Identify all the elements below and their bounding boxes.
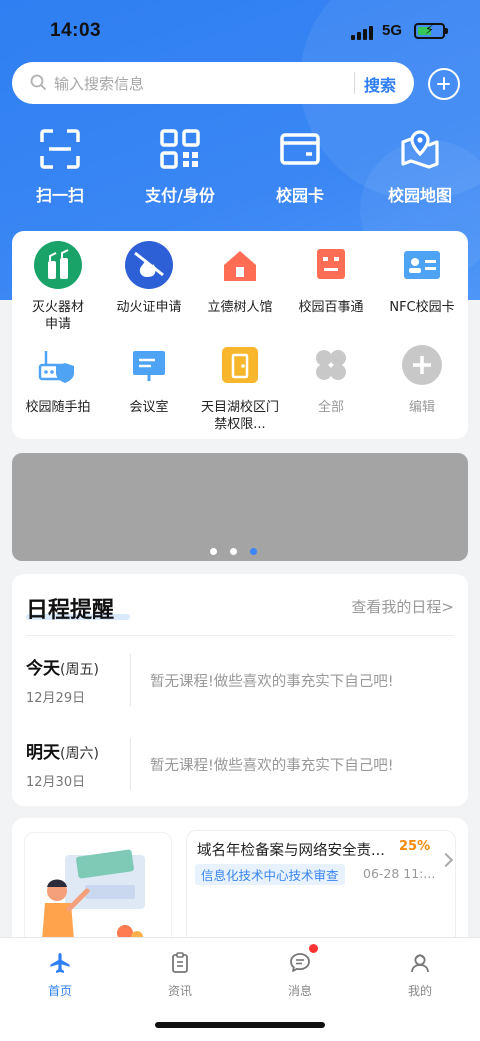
- quick-action-label: 扫一扫: [35, 186, 84, 205]
- tab-profile[interactable]: 我的: [360, 952, 480, 999]
- tab-label: 首页: [47, 984, 72, 998]
- quick-actions: 扫一扫 支付/身份 校园卡 校园地图: [0, 128, 480, 208]
- presentation-board-icon: [133, 351, 165, 381]
- app-label: 编辑: [408, 400, 435, 415]
- app-label: 灭火器材申请: [31, 300, 84, 332]
- search-input[interactable]: 输入搜索信息: [54, 73, 144, 94]
- notification-badge: [309, 944, 318, 953]
- quick-action-pay[interactable]: 支付/身份: [120, 128, 240, 206]
- day-name: 今天(周五): [26, 659, 99, 679]
- search-button[interactable]: 搜索: [364, 72, 396, 96]
- scan-icon: [40, 129, 80, 169]
- clipboard-icon: [172, 952, 188, 973]
- status-bar: 14:03 5G ⚡: [0, 0, 480, 62]
- weekday: (周六): [60, 746, 99, 762]
- tab-label: 我的: [407, 984, 432, 998]
- day-note: 暂无课程!做些喜欢的事充实下自己吧!: [150, 758, 394, 774]
- weekday: (周五): [60, 662, 99, 678]
- divider: [130, 738, 131, 790]
- news-date: 06-28 11:...: [363, 866, 436, 881]
- search-bar[interactable]: 输入搜索信息 搜索: [12, 62, 414, 104]
- card-icon: [280, 133, 320, 165]
- day-date: 12月29日: [26, 691, 86, 706]
- router-shield-icon: [38, 351, 74, 383]
- tab-messages[interactable]: 消息: [240, 944, 360, 999]
- app-label: NFC校园卡: [389, 300, 455, 315]
- day-note: 暂无课程!做些喜欢的事充实下自己吧!: [150, 674, 394, 690]
- house-icon: [224, 251, 256, 281]
- user-icon: [411, 954, 429, 973]
- add-button[interactable]: [428, 68, 460, 100]
- app-campus-assistant[interactable]: 校园百事通: [285, 241, 377, 316]
- news-illustration: [24, 832, 172, 948]
- tab-label: 资讯: [167, 984, 192, 998]
- app-label: 动火证申请: [116, 300, 182, 315]
- app-meeting-room[interactable]: 会议室: [103, 341, 195, 416]
- quick-action-label: 支付/身份: [145, 186, 215, 205]
- day-date: 12月30日: [26, 775, 86, 790]
- tab-news[interactable]: 资讯: [120, 952, 240, 999]
- battery-icon: ⚡: [414, 23, 448, 39]
- signal-icon: [351, 26, 375, 40]
- quick-action-card[interactable]: 校园卡: [240, 128, 360, 206]
- door-icon: [222, 347, 258, 383]
- divider: [26, 635, 454, 636]
- banner-carousel[interactable]: [12, 453, 468, 561]
- news-card: 域名年检备案与网络安全责... 25% 信息化技术中心技术审查 06-28 11…: [12, 818, 468, 948]
- day-name: 明天(周六): [26, 743, 99, 763]
- search-divider: [354, 72, 355, 94]
- airplane-icon: [50, 953, 70, 973]
- carousel-dot[interactable]: [210, 548, 217, 555]
- add-icon: [402, 345, 442, 385]
- id-card-icon: [404, 251, 440, 279]
- app-label: 全部: [317, 400, 344, 415]
- news-tag: 信息化技术中心技术审查: [195, 864, 345, 885]
- news-progress: 25%: [399, 839, 431, 854]
- status-time: 14:03: [50, 20, 102, 41]
- app-fire-permit[interactable]: 动火证申请: [103, 241, 195, 316]
- quick-action-map[interactable]: 校园地图: [360, 128, 480, 206]
- fire-permit-icon: [125, 241, 173, 289]
- app-campus-snap[interactable]: 校园随手拍: [12, 341, 104, 416]
- home-indicator: [155, 1022, 325, 1028]
- chat-icon: [290, 953, 310, 972]
- view-schedule-link[interactable]: 查看我的日程>: [351, 596, 454, 617]
- robot-icon: [317, 249, 345, 279]
- app-fire-extinguisher[interactable]: 灭火器材申请: [12, 241, 104, 333]
- tab-label: 消息: [287, 984, 312, 998]
- tab-home[interactable]: 首页: [0, 952, 120, 999]
- qr-code-icon: [160, 129, 200, 169]
- app-edit[interactable]: 编辑: [376, 341, 468, 416]
- schedule-day[interactable]: 明天(周六) 12月30日 暂无课程!做些喜欢的事充实下自己吧!: [26, 738, 456, 808]
- search-icon: [30, 74, 46, 90]
- schedule-title: 日程提醒: [26, 598, 115, 623]
- schedule-card: 日程提醒 查看我的日程> 今天(周五) 12月29日 暂无课程!做些喜欢的事充实…: [12, 574, 468, 806]
- illustration-image: [41, 849, 145, 948]
- map-icon: [401, 130, 439, 169]
- app-label: 会议室: [129, 400, 169, 415]
- app-door-access[interactable]: 天目湖校区门禁权限...: [194, 341, 286, 433]
- app-all[interactable]: 全部: [285, 341, 377, 416]
- news-item[interactable]: 域名年检备案与网络安全责... 25% 信息化技术中心技术审查 06-28 11…: [186, 830, 456, 948]
- app-label: 天目湖校区门禁权限...: [200, 400, 279, 432]
- schedule-day[interactable]: 今天(周五) 12月29日 暂无课程!做些喜欢的事充实下自己吧!: [26, 654, 456, 724]
- carousel-dot[interactable]: [230, 548, 237, 555]
- chevron-right-icon: [438, 852, 454, 868]
- network-type: 5G: [382, 22, 403, 39]
- app-label: 校园随手拍: [25, 400, 91, 415]
- carousel-dot-active[interactable]: [250, 548, 257, 555]
- fire-extinguisher-icon: [34, 241, 82, 289]
- app-nfc-card[interactable]: NFC校园卡: [376, 241, 468, 316]
- app-lide-shuren[interactable]: 立德树人馆: [194, 241, 286, 316]
- quick-action-scan[interactable]: 扫一扫: [0, 128, 120, 206]
- divider: [130, 654, 131, 706]
- all-apps-icon: [316, 350, 346, 380]
- app-label: 校园百事通: [298, 300, 364, 315]
- app-grid: 灭火器材申请 动火证申请 立德树人馆 校园百事通 NFC校园卡 校园随手拍 会议…: [12, 231, 468, 439]
- app-label: 立德树人馆: [207, 300, 273, 315]
- news-title: 域名年检备案与网络安全责...: [197, 843, 385, 859]
- quick-action-label: 校园卡: [275, 186, 324, 205]
- quick-action-label: 校园地图: [387, 186, 452, 205]
